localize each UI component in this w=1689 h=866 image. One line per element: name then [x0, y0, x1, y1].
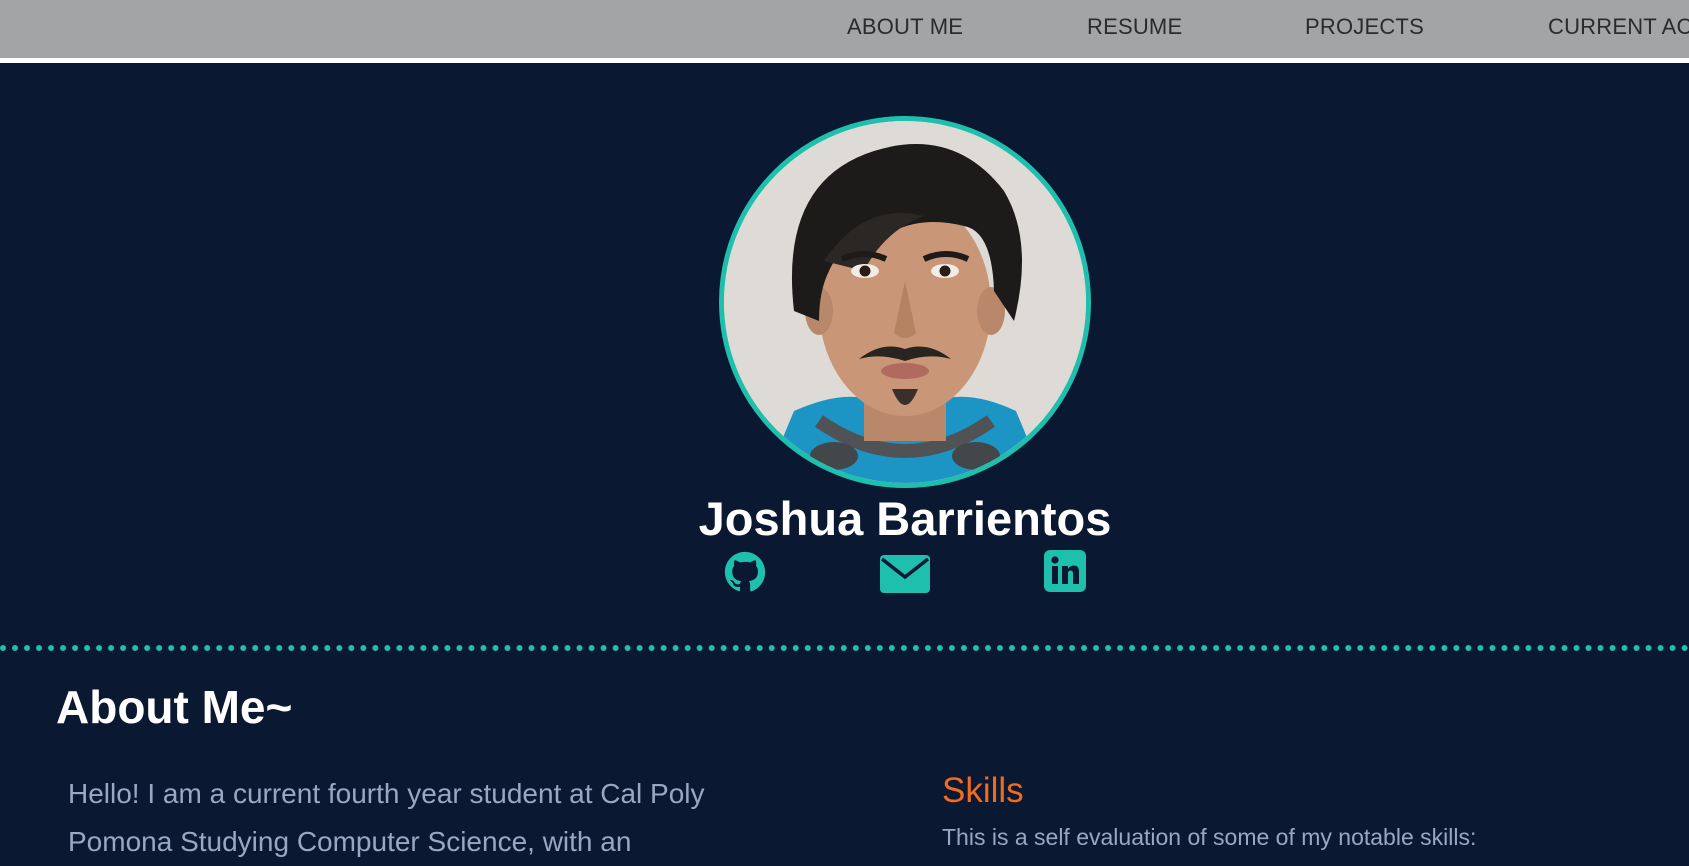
skills-heading: Skills: [942, 771, 1024, 810]
about-paragraph: Hello! I am a current fourth year studen…: [68, 778, 705, 857]
about-heading: About Me~: [56, 681, 293, 733]
github-link[interactable]: [724, 551, 766, 598]
nav-link-projects[interactable]: PROJECTS: [1305, 14, 1424, 40]
nav-link-resume[interactable]: RESUME: [1087, 14, 1182, 40]
email-icon: [880, 555, 930, 593]
email-link[interactable]: [880, 555, 930, 598]
skills-description: This is a self evaluation of some of my …: [942, 824, 1477, 850]
linkedin-icon: [1044, 550, 1086, 592]
profile-hero: Joshua Barrientos: [0, 68, 1689, 648]
profile-photo: [724, 121, 1086, 483]
nav-link-about-me[interactable]: ABOUT ME: [847, 14, 963, 40]
github-icon: [724, 551, 766, 592]
profile-avatar: [719, 116, 1091, 488]
section-divider: [0, 645, 1689, 651]
profile-name: Joshua Barrientos: [698, 492, 1112, 545]
top-navbar: ABOUT ME RESUME PROJECTS CURRENT ACTIVIT…: [0, 0, 1689, 63]
nav-link-current-activities[interactable]: CURRENT ACTIVITIES: [1548, 14, 1689, 40]
linkedin-link[interactable]: [1044, 550, 1086, 597]
